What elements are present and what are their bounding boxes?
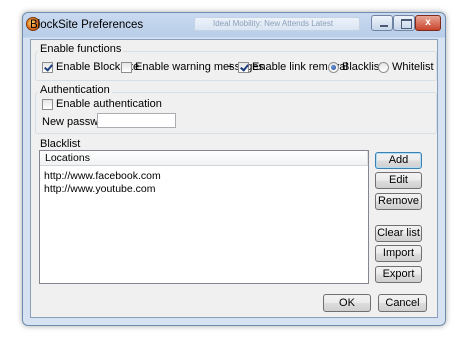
enable-functions-label: Enable functions <box>38 43 124 55</box>
cancel-button[interactable]: Cancel <box>378 294 427 312</box>
authentication-label: Authentication <box>38 84 112 96</box>
list-item[interactable]: http://www.youtube.com <box>44 183 155 195</box>
edit-button[interactable]: Edit <box>375 172 422 189</box>
new-password-input[interactable] <box>97 113 176 128</box>
close-icon: x <box>425 17 431 28</box>
whitelist-radio[interactable] <box>378 62 389 73</box>
import-button[interactable]: Import <box>375 245 422 262</box>
maximize-icon <box>401 19 412 29</box>
whitelist-radio-label[interactable]: Whitelist <box>392 61 434 73</box>
locations-list[interactable]: Locations http://www.facebook.com http:/… <box>39 150 369 284</box>
enable-link-removal-checkbox[interactable] <box>238 62 249 73</box>
enable-authentication-label[interactable]: Enable authentication <box>56 98 162 110</box>
enable-warning-checkbox[interactable] <box>121 62 132 73</box>
locations-column-header[interactable]: Locations <box>40 151 368 166</box>
clear-list-button[interactable]: Clear list <box>375 225 422 242</box>
blacklist-radio[interactable] <box>328 62 339 73</box>
blacklist-radio-label[interactable]: Blacklist <box>342 61 382 73</box>
add-button[interactable]: Add <box>375 152 422 169</box>
minimize-button[interactable] <box>371 15 393 31</box>
blacklist-label: Blacklist <box>38 138 83 150</box>
background-window-tab: Ideal Mobility: New Attends Latest <box>194 17 360 31</box>
enable-blocksite-checkbox[interactable] <box>42 62 53 73</box>
plus-sign: + <box>227 61 234 73</box>
header-separator <box>367 151 368 165</box>
window-title: BlockSite Preferences <box>30 19 144 31</box>
maximize-button[interactable] <box>393 15 415 31</box>
ok-button[interactable]: OK <box>323 294 371 312</box>
list-item[interactable]: http://www.facebook.com <box>44 170 161 182</box>
locations-header-text: Locations <box>45 152 90 164</box>
remove-button[interactable]: Remove <box>375 193 422 210</box>
minimize-icon <box>380 25 388 27</box>
enable-authentication-checkbox[interactable] <box>42 99 53 110</box>
close-button[interactable]: x <box>415 15 441 31</box>
export-button[interactable]: Export <box>375 266 422 283</box>
